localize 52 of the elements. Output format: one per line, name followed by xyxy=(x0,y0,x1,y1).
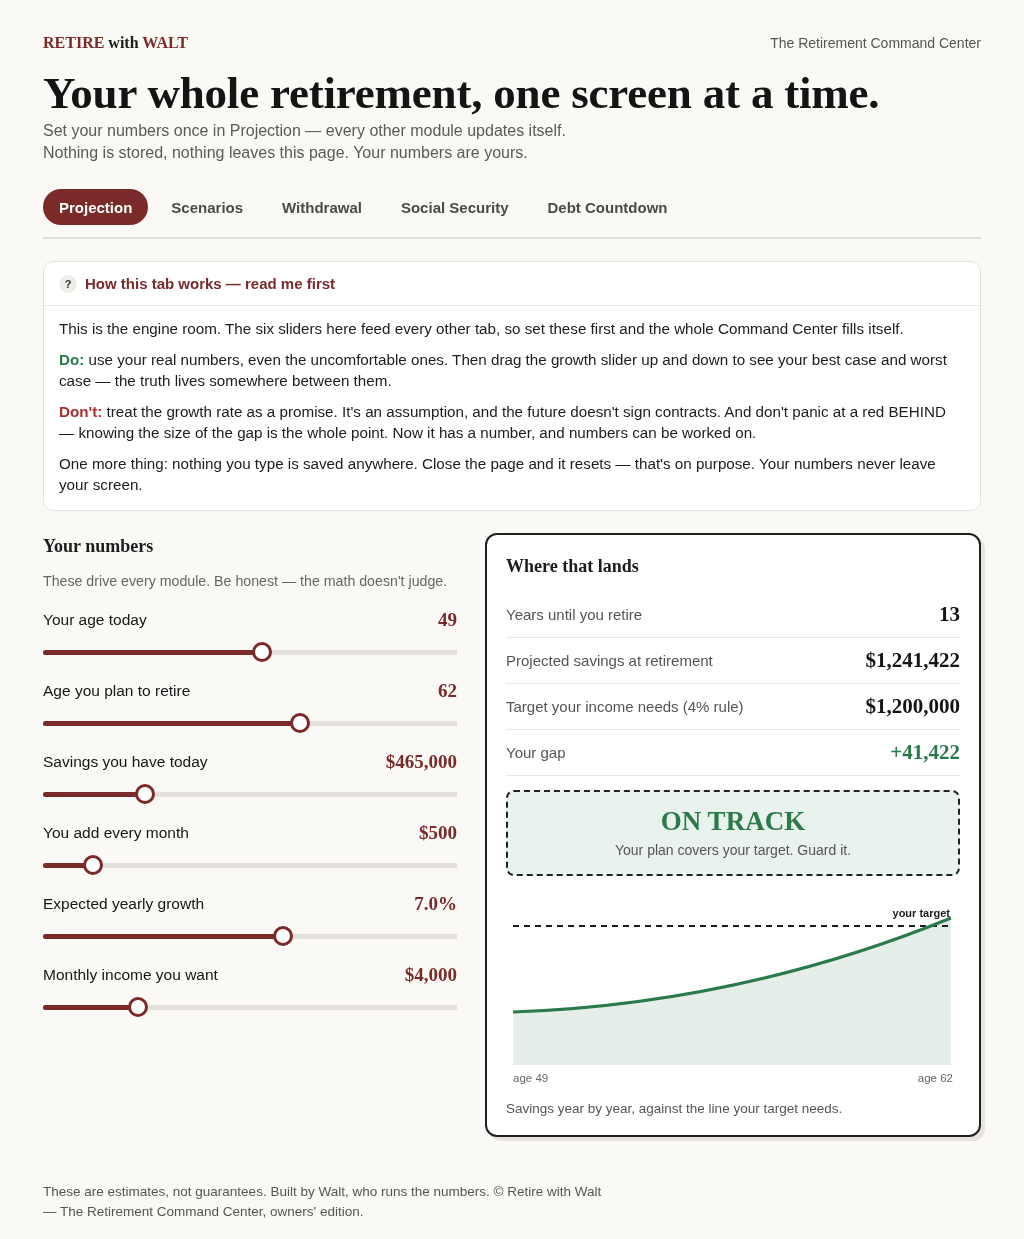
axis-label: age 49 xyxy=(513,1071,549,1086)
status-title: ON TRACK xyxy=(659,806,807,836)
slider-value: 62 xyxy=(438,680,457,702)
slider-label: You add every month xyxy=(43,824,189,842)
tab[interactable]: Scenarios xyxy=(155,189,260,225)
footer-text: These are estimates, not guarantees. Built by Walt, who runs the numbers. © Retire with Walt — The Retirement Command Center, owners' edition. xyxy=(43,1183,603,1221)
help-paragraph: This is the engine room. The six sliders here feed every other tab, so set these first and the whole Command Center fills itself. xyxy=(59,319,905,339)
axis-label: age 62 xyxy=(917,1071,953,1086)
stat-value: 13 xyxy=(939,602,960,627)
slider-value: 7.0% xyxy=(414,893,457,915)
slider-thumb[interactable] xyxy=(127,997,148,1017)
slider-label: Age you plan to retire xyxy=(43,682,191,700)
help-paragraph: Don't: treat the growth rate as a promise. It's an assumption, and the future doesn't sign contracts. And don't panic at a red BEHIND — knowing the size of the gap is the whole point. Now it has a number, and numbers can be worked on. xyxy=(59,402,947,443)
brand-logo: RETIRE with WALT xyxy=(43,33,188,53)
help-paragraph: Do: use your real numbers, even the uncomfortable ones. Then drag the growth slider up and down to see your best case and worst case — the truth lives somewhere between them. xyxy=(59,350,948,391)
stat-value: $1,241,422 xyxy=(865,648,960,673)
stat-value: $1,200,000 xyxy=(865,694,960,719)
chart-caption: Savings year by year, against the line your target needs. xyxy=(506,1100,844,1118)
tagline: The Retirement Command Center xyxy=(770,34,981,53)
help-paragraph: One more thing: nothing you type is saved anywhere. Close the page and it resets — that's on purpose. Your numbers never leave your screen. xyxy=(59,454,937,495)
stat-label: Projected savings at retirement xyxy=(506,652,713,669)
slider-thumb[interactable] xyxy=(83,855,104,875)
slider-label: Your age today xyxy=(43,611,147,629)
question-mark-icon: ? xyxy=(59,274,77,293)
slider-label: Expected yearly growth xyxy=(43,895,205,913)
slider-thumb[interactable] xyxy=(134,784,155,804)
slider-thumb[interactable] xyxy=(273,926,294,946)
tab[interactable]: Social Security xyxy=(384,189,525,225)
stat-value: +41,422 xyxy=(890,740,960,765)
tab[interactable]: Debt Countdown xyxy=(531,189,684,225)
slider-thumb[interactable] xyxy=(289,713,310,733)
page-title: Your whole retirement, one screen at a time. xyxy=(43,68,881,118)
section-title: Your numbers xyxy=(43,535,155,558)
section-description: These drive every module. Be honest — the math doesn't judge. xyxy=(43,572,449,591)
target-label: your target xyxy=(892,907,950,919)
help-title[interactable]: How this tab works — read me first xyxy=(85,275,336,292)
slider-label: Savings you have today xyxy=(43,753,208,771)
subtitle-line: Set your numbers once in Projection — every other module updates itself. xyxy=(43,121,567,141)
subtitle-line: Nothing is stored, nothing leaves this page. Your numbers are yours. xyxy=(43,143,529,163)
stat-label: Target your income needs (4% rule) xyxy=(506,698,744,715)
stat-label: Your gap xyxy=(506,744,566,761)
tab[interactable]: Withdrawal xyxy=(266,189,378,225)
stat-label: Years until you retire xyxy=(506,606,643,623)
status-message: Your plan covers your target. Guard it. xyxy=(613,841,853,860)
tab[interactable]: Projection xyxy=(43,189,149,225)
slider-label: Monthly income you want xyxy=(43,966,218,984)
slider-value: $4,000 xyxy=(404,964,457,986)
section-title: Where that lands xyxy=(506,555,640,578)
slider-value: $465,000 xyxy=(385,751,457,773)
slider-thumb[interactable] xyxy=(252,642,273,662)
slider-value: 49 xyxy=(438,609,457,631)
slider-value: $500 xyxy=(419,822,457,844)
